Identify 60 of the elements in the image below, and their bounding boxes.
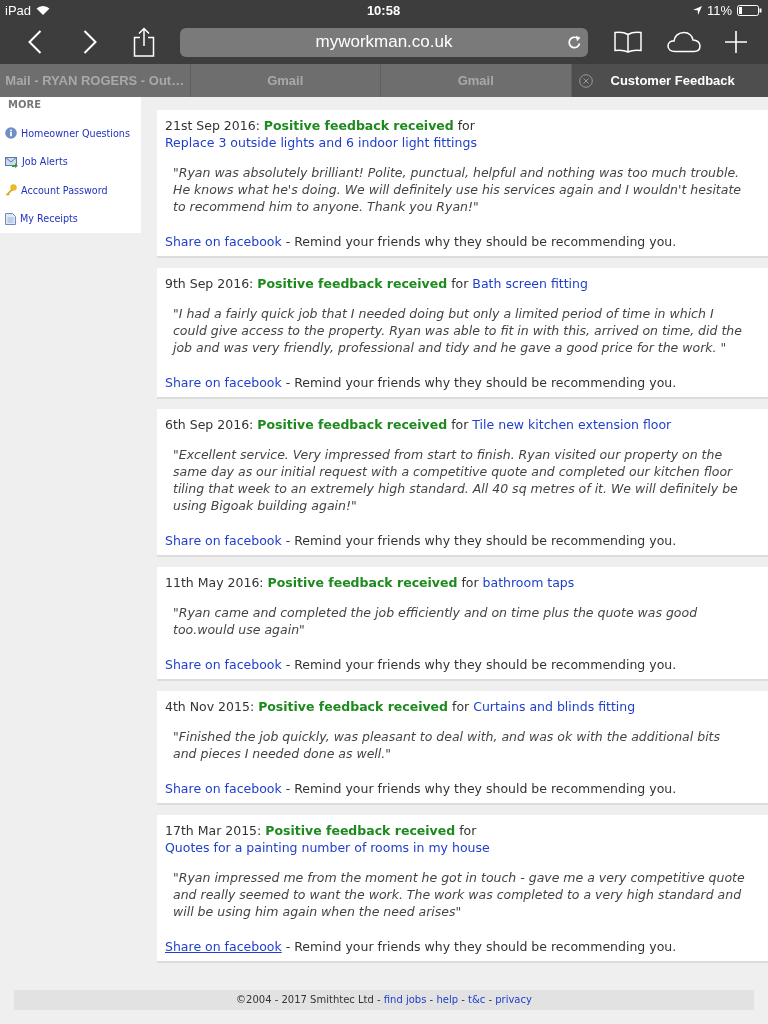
envelope-icon: [5, 155, 18, 168]
footer-link[interactable]: t&c: [468, 994, 486, 1005]
share-line: Share on facebook - Remind your friends why they should be recommending you.: [165, 938, 678, 955]
footer-link[interactable]: privacy: [495, 994, 532, 1005]
review-quote: "Ryan impressed me from the moment he got in touch - gave me a very competitive quote and really seemed to want the work. The work was completed to a very high standard and will be using him again when the need arises": [172, 869, 746, 920]
share-link[interactable]: Share on facebook: [165, 781, 282, 796]
feedback-heading: 17th Mar 2015: Positive feedback received for Quotes for a painting number of rooms in my house: [165, 822, 491, 856]
review-quote: "Finished the job quickly, was pleasant to deal with, and was ok with the additional bits and pieces I needed done as well.": [172, 728, 722, 762]
review-quote: "Excellent service. Very impressed from start to finish. Ryan visited our property on the same day as our initial request with a competitive quote and completed our kitchen floor tiling that week to an extremely high standard. All 40 sq metres of it. We will definitely be using Bigoak building again!": [172, 446, 739, 514]
wifi-icon: [36, 5, 51, 15]
feedback-heading: 4th Nov 2015: Positive feedback received for Curtains and blinds fitting: [165, 698, 637, 715]
cloud-icon[interactable]: [667, 31, 701, 53]
feedback-heading: 11th May 2016: Positive feedback received for bathroom taps: [165, 574, 576, 591]
share-link[interactable]: Share on facebook: [165, 939, 282, 954]
sidebar-link[interactable]: Account Password: [0, 176, 141, 205]
share-line: Share on facebook - Remind your friends why they should be recommending you.: [165, 656, 678, 673]
share-line: Share on facebook - Remind your friends why they should be recommending you.: [165, 233, 678, 250]
info-icon: [5, 127, 17, 140]
share-line: Share on facebook - Remind your friends why they should be recommending you.: [165, 532, 678, 549]
job-link[interactable]: Replace 3 outside lights and 6 indoor light fittings: [165, 135, 477, 150]
share-link[interactable]: Share on facebook: [165, 533, 282, 548]
browser-tab[interactable]: Customer Feedback: [571, 64, 768, 97]
job-link[interactable]: Quotes for a painting number of rooms in my house: [165, 840, 490, 855]
feedback-heading: 9th Sep 2016: Positive feedback received for Bath screen fitting: [165, 275, 589, 292]
job-link[interactable]: bathroom taps: [482, 575, 575, 590]
job-link[interactable]: Curtains and blinds fitting: [473, 699, 636, 714]
sidebar-heading: MORE: [7, 98, 42, 112]
footer-link[interactable]: help: [436, 994, 459, 1005]
share-line: Share on facebook - Remind your friends why they should be recommending you.: [165, 374, 678, 391]
review-quote: "Ryan came and completed the job efficiently and on time plus the quote was good too.would use again": [172, 604, 699, 638]
review-quote: "I had a fairly quick job that I needed doing but only a limited period of time in which I could give access to the property. Ryan was able to fit in with this, arrived on time, did the job and was very friendly, professional and tidy and he gave a good price for the work. ": [170, 305, 743, 356]
plus-icon[interactable]: [725, 31, 747, 53]
feedback-heading: 21st Sep 2016: Positive feedback received for Replace 3 outside lights and 6 indoor light fittings: [165, 117, 478, 151]
footer-link[interactable]: find jobs: [383, 994, 427, 1005]
share-link[interactable]: Share on facebook: [165, 657, 282, 672]
document-icon: [5, 212, 16, 225]
url-field[interactable]: myworkman.co.uk: [180, 27, 588, 57]
forward-icon[interactable]: [83, 30, 97, 54]
share-icon[interactable]: [133, 27, 155, 57]
footer-text: ©2004 - 2017 Smithtec Ltd - find jobs - help - t&c - privacy: [14, 990, 754, 1010]
battery-icon: [737, 4, 762, 16]
share-line: Share on facebook - Remind your friends why they should be recommending you.: [165, 780, 678, 797]
sidebar-link[interactable]: Job Alerts: [0, 147, 141, 176]
clock-time: 10:58: [366, 2, 401, 18]
close-icon[interactable]: [578, 73, 593, 88]
sidebar-link[interactable]: My Receipts: [0, 204, 141, 233]
share-link[interactable]: Share on facebook: [165, 234, 282, 249]
location-arrow-icon: [692, 5, 702, 15]
back-icon[interactable]: [28, 30, 42, 54]
book-icon[interactable]: [614, 31, 642, 53]
battery-percent: 11%: [706, 2, 732, 18]
share-link[interactable]: Share on facebook: [165, 375, 282, 390]
feedback-heading: 6th Sep 2016: Positive feedback received for Tile new kitchen extension floor: [165, 416, 673, 433]
device-name: iPad: [5, 2, 32, 18]
review-quote: "Ryan was absolutely brilliant! Polite, punctual, helpful and nothing was too much trouble. He knows what he's doing. We will definitely use his services again and I wouldn't hesitate to recommend him to anyone. Thank you Ryan!": [172, 164, 743, 215]
sidebar-link[interactable]: Homeowner Questions: [0, 119, 141, 148]
reload-icon[interactable]: [566, 34, 582, 50]
job-link[interactable]: Tile new kitchen extension floor: [472, 417, 672, 432]
job-link[interactable]: Bath screen fitting: [472, 276, 588, 291]
key-icon: [5, 184, 17, 197]
